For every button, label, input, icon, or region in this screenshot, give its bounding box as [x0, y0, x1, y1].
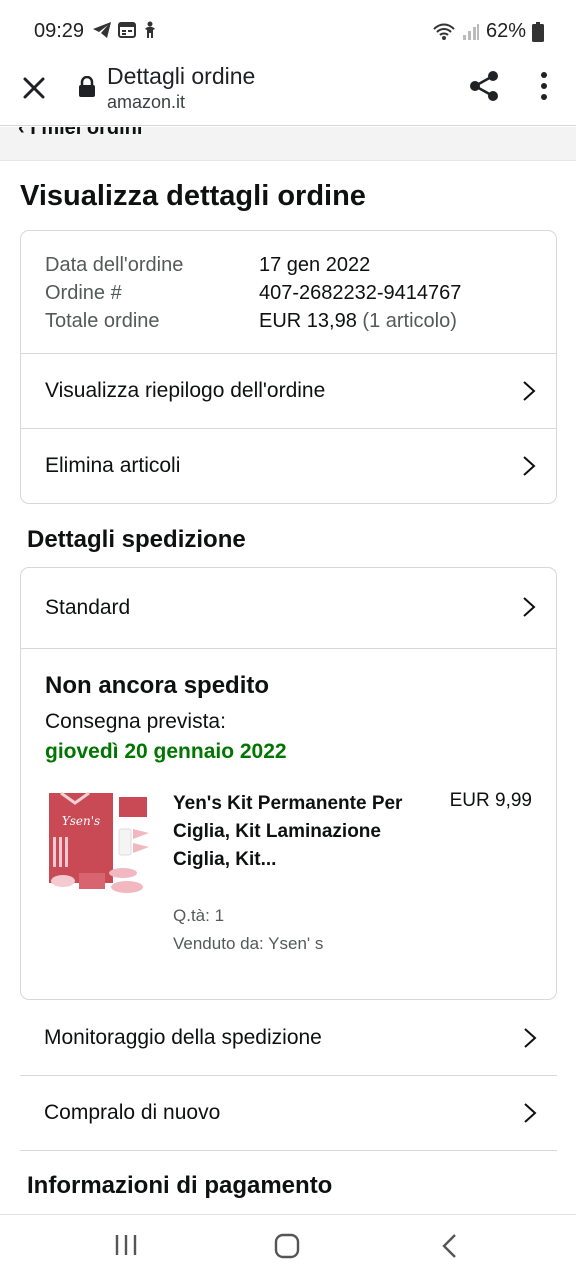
- order-summary-card: Data dell'ordine 17 gen 2022 Ordine # 40…: [20, 230, 557, 504]
- accessibility-icon: [145, 21, 155, 38]
- chevron-right-icon: [523, 381, 536, 401]
- system-nav-bar: [0, 1214, 576, 1280]
- shipping-section-title: Dettagli spedizione: [27, 526, 246, 553]
- lock-icon: [79, 76, 95, 97]
- order-date-row: Data dell'ordine 17 gen 2022: [45, 251, 461, 279]
- payment-section-title: Informazioni di pagamento: [27, 1172, 333, 1199]
- expected-delivery-date: giovedì 20 gennaio 2022: [45, 740, 287, 763]
- buy-again-row[interactable]: Compralo di nuovo: [20, 1076, 557, 1151]
- signal-icon: [462, 23, 479, 40]
- chevron-left-icon: ‹: [18, 127, 31, 139]
- product-image-brand-text: Ysen's: [62, 814, 100, 828]
- shipping-method-label: Standard: [45, 596, 131, 619]
- product-image[interactable]: Ysen's: [47, 789, 151, 899]
- chevron-right-icon: [524, 1103, 537, 1123]
- page-title: Visualizza dettagli ordine: [20, 180, 366, 212]
- view-order-summary-link[interactable]: Visualizza riepilogo dell'ordine: [21, 353, 556, 428]
- close-icon[interactable]: [18, 72, 50, 104]
- telegram-icon: [93, 22, 111, 38]
- expected-delivery-label: Consegna prevista:: [45, 710, 226, 733]
- order-date-value: 17 gen 2022: [259, 254, 371, 276]
- back-icon[interactable]: [440, 1233, 458, 1259]
- status-bar: 09:29 62%: [0, 0, 576, 62]
- buy-again-label: Compralo di nuovo: [44, 1101, 221, 1124]
- order-total-value: EUR 13,98: [259, 310, 357, 332]
- breadcrumb-label[interactable]: I miei ordini: [30, 127, 142, 139]
- chevron-right-icon: [523, 597, 536, 617]
- shipment-status: Non ancora spedito: [45, 672, 270, 699]
- battery-icon: [532, 21, 544, 42]
- order-number-value: 407-2682232-9414767: [259, 282, 462, 304]
- browser-toolbar: Dettagli ordine amazon.it: [0, 62, 576, 126]
- archive-items-label: Elimina articoli: [45, 454, 181, 477]
- browser-page-title: Dettagli ordine: [107, 63, 256, 89]
- calendar-icon: [118, 22, 136, 38]
- wifi-icon: [433, 23, 455, 40]
- view-order-summary-label: Visualizza riepilogo dell'ordine: [45, 379, 326, 402]
- track-shipment-label: Monitoraggio della spedizione: [44, 1026, 322, 1049]
- archive-items-link[interactable]: Elimina articoli: [21, 428, 556, 503]
- track-shipment-row[interactable]: Monitoraggio della spedizione: [20, 1001, 557, 1076]
- order-number-label: Ordine #: [45, 282, 122, 304]
- product-quantity: Q.tà: 1: [173, 906, 225, 925]
- home-icon[interactable]: [274, 1233, 300, 1259]
- product-seller: Venduto da: Ysen' s: [173, 934, 324, 953]
- breadcrumb[interactable]: ‹ I miei ordini: [0, 127, 576, 161]
- product-title-link[interactable]: Yen's Kit Permanente Per Ciglia, Kit Lam…: [173, 790, 413, 874]
- share-icon[interactable]: [466, 68, 502, 104]
- order-number-row: Ordine # 407-2682232-9414767: [45, 279, 461, 307]
- order-total-row: Totale ordine EUR 13,98 (1 articolo): [45, 307, 461, 335]
- chevron-right-icon: [523, 456, 536, 476]
- browser-url[interactable]: amazon.it: [107, 92, 185, 113]
- more-options-icon[interactable]: [528, 68, 560, 104]
- recent-apps-icon[interactable]: [114, 1233, 138, 1257]
- order-total-label: Totale ordine: [45, 310, 160, 332]
- order-item-count: (1 articolo): [362, 310, 457, 332]
- product-price: EUR 9,99: [449, 790, 532, 811]
- shipping-method-row[interactable]: Standard: [21, 568, 556, 649]
- battery-percent: 62%: [485, 20, 526, 42]
- status-time: 09:29: [34, 20, 85, 42]
- shipment-card: Standard Non ancora spedito Consegna pre…: [20, 567, 557, 1000]
- chevron-right-icon: [524, 1028, 537, 1048]
- order-date-label: Data dell'ordine: [45, 254, 184, 276]
